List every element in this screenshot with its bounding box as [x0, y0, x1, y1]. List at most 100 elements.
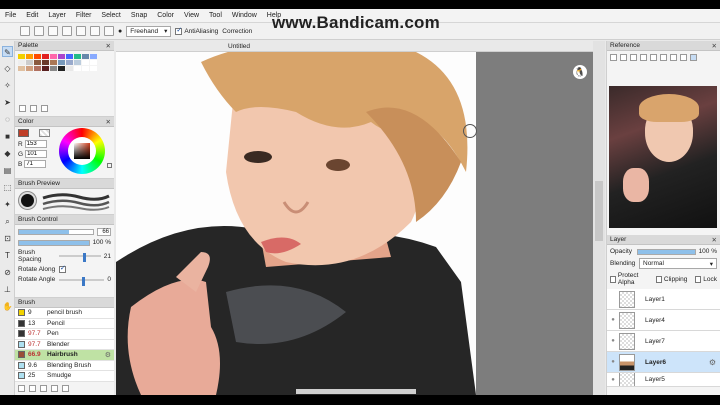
- menu-select[interactable]: Select: [96, 12, 125, 19]
- brush-opacity-slider[interactable]: [18, 239, 90, 246]
- lock-checkbox[interactable]: [695, 275, 702, 283]
- palette-swatch[interactable]: [90, 66, 97, 71]
- menu-snap[interactable]: Snap: [126, 12, 152, 19]
- fill-tool-icon[interactable]: ■: [2, 131, 13, 142]
- red-input[interactable]: [24, 140, 47, 148]
- palette-swatch[interactable]: [74, 60, 81, 65]
- palette-swatch[interactable]: [50, 54, 57, 59]
- brush-size-value[interactable]: 66: [97, 228, 111, 236]
- eyedropper-icon[interactable]: [690, 54, 697, 61]
- visibility-icon[interactable]: ●: [607, 317, 619, 323]
- green-input[interactable]: [25, 150, 48, 158]
- current-color-swatch[interactable]: [18, 129, 29, 137]
- palette-swatch[interactable]: [34, 66, 41, 71]
- layer-row[interactable]: ● Layer5: [607, 373, 720, 387]
- ellipse-mode-button[interactable]: [104, 26, 114, 36]
- palette-swatch[interactable]: [34, 60, 41, 65]
- palette-swatch[interactable]: [66, 54, 73, 59]
- palette-swatch[interactable]: [74, 66, 81, 71]
- color-tool-icon[interactable]: [107, 163, 112, 168]
- blue-input[interactable]: [24, 160, 47, 168]
- delete-brush-icon[interactable]: [62, 384, 69, 392]
- rotate-right-icon[interactable]: [670, 54, 677, 61]
- delete-reference-icon[interactable]: [620, 54, 627, 61]
- zoom-tool-icon[interactable]: ⌕: [2, 216, 13, 227]
- layer-row[interactable]: Layer1: [607, 289, 720, 310]
- antialiasing-checkbox[interactable]: [175, 26, 183, 35]
- visibility-icon[interactable]: ●: [607, 338, 619, 344]
- gear-icon[interactable]: ⚙: [709, 358, 716, 367]
- curve-mode-button[interactable]: [62, 26, 72, 36]
- clipping-checkbox[interactable]: [655, 275, 662, 283]
- layer-row[interactable]: ● Layer4: [607, 310, 720, 331]
- color-wheel[interactable]: [59, 128, 105, 174]
- eraser-tool-icon[interactable]: ◇: [2, 63, 13, 74]
- canvas-vertical-scrollbar[interactable]: [593, 41, 605, 395]
- palette-swatch[interactable]: [74, 54, 81, 59]
- brush-item[interactable]: 9 pencil brush: [15, 308, 114, 319]
- palette-swatch[interactable]: [18, 66, 25, 71]
- canvas-artwork[interactable]: [116, 52, 605, 395]
- palette-swatch[interactable]: [42, 54, 49, 59]
- brush-mode-button[interactable]: [20, 26, 30, 36]
- magic-wand-tool-icon[interactable]: ✦: [2, 199, 13, 210]
- canvas-area[interactable]: Untitled 🐧: [116, 41, 605, 395]
- correction-option[interactable]: Correction: [222, 28, 252, 35]
- palette-swatch[interactable]: [50, 60, 57, 65]
- palette-swatch[interactable]: [42, 60, 49, 65]
- fit-icon[interactable]: [650, 54, 657, 61]
- menu-tool[interactable]: Tool: [204, 12, 227, 19]
- palette-swatch[interactable]: [18, 54, 25, 59]
- palette-swatch[interactable]: [26, 54, 33, 59]
- palette-swatch[interactable]: [58, 60, 65, 65]
- layer-blending-select[interactable]: Normal ▾: [639, 258, 717, 269]
- brush-item-selected[interactable]: 66.9 Hairbrush ⚙: [15, 350, 114, 361]
- close-icon[interactable]: ✕: [106, 118, 111, 126]
- dropper-tool-icon[interactable]: ⊥: [2, 284, 13, 295]
- palette-new-icon[interactable]: [19, 105, 26, 112]
- menu-filter[interactable]: Filter: [71, 12, 97, 19]
- saturation-square[interactable]: [74, 143, 90, 159]
- new-brush-icon[interactable]: [18, 384, 25, 392]
- bucket-tool-icon[interactable]: ◆: [2, 148, 13, 159]
- selection-tool-icon[interactable]: ⬚: [2, 182, 13, 193]
- visibility-icon[interactable]: ●: [607, 377, 619, 383]
- brush-item[interactable]: 9.6 Blending Brush: [15, 360, 114, 371]
- brush-item[interactable]: 97.7 Blender: [15, 339, 114, 350]
- transparent-color-swatch[interactable]: [39, 129, 50, 137]
- zoom-out-icon[interactable]: [640, 54, 647, 61]
- flip-icon[interactable]: [680, 54, 687, 61]
- layer-row-selected[interactable]: ● Layer6 ⚙: [607, 352, 720, 373]
- palette-swatch[interactable]: [58, 54, 65, 59]
- rotate-along-checkbox[interactable]: [59, 264, 66, 273]
- menu-window[interactable]: Window: [227, 12, 262, 19]
- menu-layer[interactable]: Layer: [43, 12, 71, 19]
- hand-tool-icon[interactable]: ✋: [2, 301, 13, 312]
- crop-tool-icon[interactable]: ⊡: [2, 233, 13, 244]
- polyline-mode-button[interactable]: [76, 26, 86, 36]
- ruler-tool-icon[interactable]: ⊘: [2, 267, 13, 278]
- open-reference-icon[interactable]: [610, 54, 617, 61]
- palette-swatch[interactable]: [90, 60, 97, 65]
- copy-brush-icon[interactable]: [29, 384, 36, 392]
- scrollbar-thumb[interactable]: [595, 181, 603, 241]
- blur-tool-icon[interactable]: ✧: [2, 80, 13, 91]
- palette-swatch[interactable]: [26, 60, 33, 65]
- palette-swatch[interactable]: [66, 66, 73, 71]
- rotate-left-icon[interactable]: [660, 54, 667, 61]
- brush-spacing-slider[interactable]: [59, 253, 101, 262]
- reference-photo[interactable]: [609, 86, 717, 228]
- gradient-tool-icon[interactable]: ▤: [2, 165, 13, 176]
- layer-row[interactable]: ● Layer7: [607, 331, 720, 352]
- rotate-angle-slider[interactable]: [59, 276, 105, 286]
- gear-icon[interactable]: ⚙: [105, 351, 111, 359]
- menu-edit[interactable]: Edit: [21, 12, 43, 19]
- close-icon[interactable]: ✕: [712, 42, 717, 50]
- palette-swatch[interactable]: [26, 66, 33, 71]
- layer-opacity-slider[interactable]: [637, 248, 696, 255]
- palette-delete-icon[interactable]: [41, 105, 48, 112]
- brush-folder-icon[interactable]: [51, 384, 58, 392]
- brush-settings-icon[interactable]: [40, 384, 47, 392]
- menu-view[interactable]: View: [179, 12, 204, 19]
- palette-swatch[interactable]: [82, 60, 89, 65]
